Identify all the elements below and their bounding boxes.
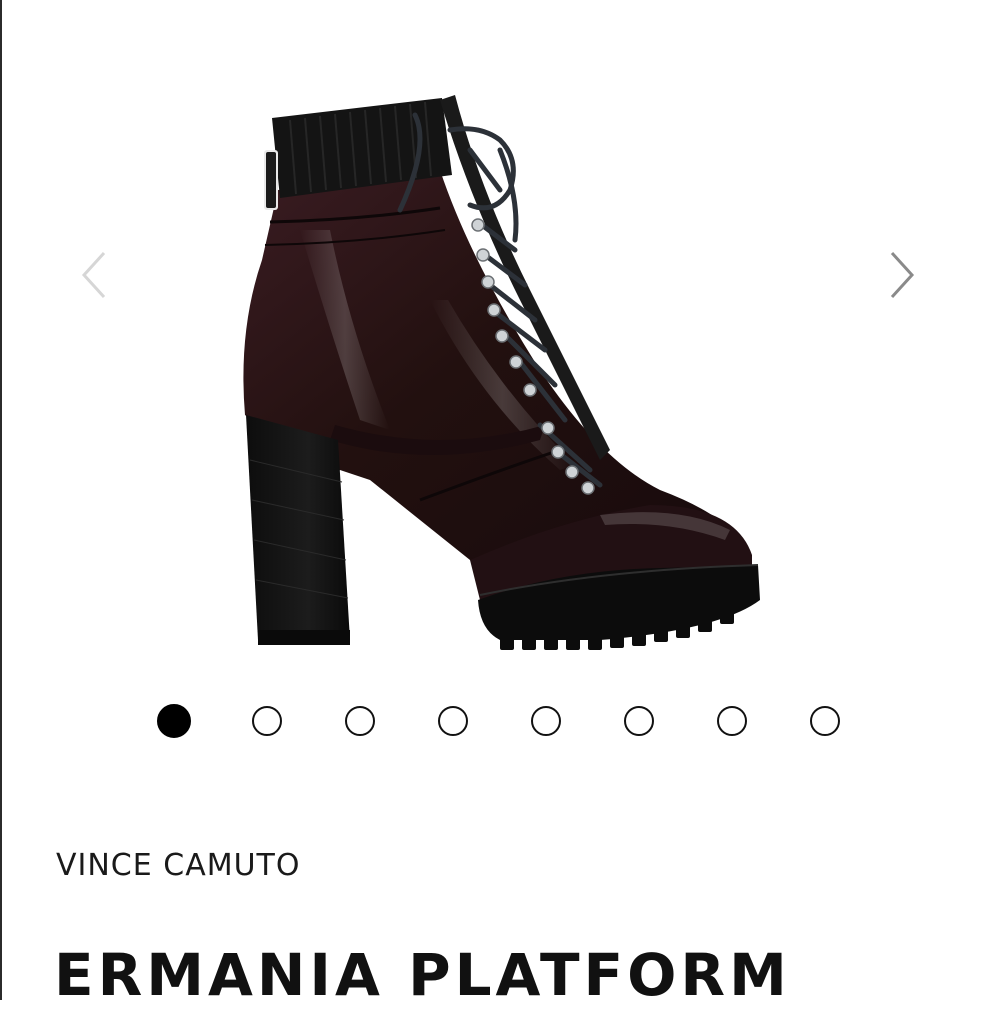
chevron-left-icon: [81, 251, 106, 299]
carousel-dot-5[interactable]: [531, 706, 561, 736]
carousel-next-button[interactable]: [882, 245, 922, 305]
carousel-pagination: [0, 704, 1000, 742]
carousel-dot-7[interactable]: [717, 706, 747, 736]
product-image-carousel[interactable]: [0, 0, 1000, 690]
product-title: ERMANIA PLATFORM: [54, 941, 791, 1009]
carousel-dot-2[interactable]: [252, 706, 282, 736]
carousel-dot-1[interactable]: [157, 704, 191, 738]
carousel-dot-3[interactable]: [345, 706, 375, 736]
carousel-prev-button[interactable]: [76, 245, 116, 305]
product-image: [243, 95, 760, 650]
carousel-dot-8[interactable]: [810, 706, 840, 736]
chevron-right-icon: [890, 251, 915, 299]
product-brand-link[interactable]: VINCE CAMUTO: [56, 848, 301, 883]
carousel-dot-6[interactable]: [624, 706, 654, 736]
carousel-dot-4[interactable]: [438, 706, 468, 736]
